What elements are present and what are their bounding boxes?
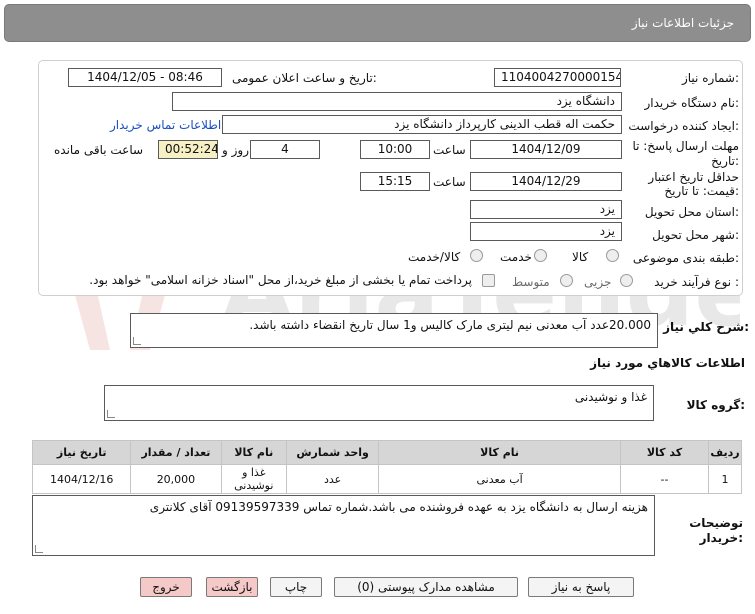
- category-radio-goods[interactable]: [606, 249, 619, 262]
- goods-group-textarea[interactable]: غذا و نوشیدنی: [104, 385, 654, 421]
- page-title: جزئیات اطلاعات نیاز: [631, 16, 734, 30]
- col-code-header: کد کالا: [619, 440, 710, 465]
- cell-qty: 20,000: [130, 464, 222, 494]
- treasury-payment-checkbox[interactable]: [482, 274, 495, 287]
- contact-info-link[interactable]: اطلاعات تماس خریدار: [110, 118, 221, 132]
- table-header-row: ردیف کد کالا نام کالا واحد شمارش نام کال…: [31, 440, 742, 465]
- treasury-payment-text: پرداخت تمام یا بخشی از مبلغ خرید،از محل …: [89, 273, 472, 287]
- back-button[interactable]: بازگشت: [206, 577, 258, 597]
- category-radio-goods-service[interactable]: [470, 249, 483, 262]
- resize-handle-icon[interactable]: [133, 337, 141, 345]
- goods-section-title: اطلاعات کالاهاي مورد نياز: [590, 356, 745, 370]
- exit-button[interactable]: خروج: [140, 577, 192, 597]
- validity-label-2: قیمت: تا تاریخ:: [664, 184, 739, 198]
- col-group-header: نام کالا: [220, 440, 288, 465]
- deadline-time-label: ساعت: [433, 143, 466, 157]
- cell-date: 1404/12/16: [31, 464, 132, 494]
- resize-handle-icon[interactable]: [107, 410, 115, 418]
- view-attachments-button[interactable]: مشاهده مدارک پیوستی (0): [334, 577, 518, 597]
- province-label: استان محل تحویل:: [644, 205, 739, 219]
- goods-group-value: غذا و نوشیدنی: [574, 390, 647, 404]
- cell-group: غذا و نوشیدنی: [220, 464, 288, 494]
- col-date-header: تاریخ نیاز: [31, 440, 132, 465]
- summary-text: 20.000عدد آب معدنی نیم لیتری مارک کالیس …: [249, 318, 651, 332]
- announce-field: 1404/12/05 - 08:46: [68, 68, 222, 87]
- notes-text: هزینه ارسال به دانشگاه یزد به عهده فروشن…: [149, 500, 648, 514]
- category-label: طبقه بندی موضوعی:: [632, 251, 739, 265]
- category-option-goods-service: کالا/خدمت: [408, 250, 461, 264]
- buyer-field: دانشگاه یزد: [172, 92, 622, 111]
- cell-row: 1: [708, 464, 742, 494]
- notes-textarea[interactable]: هزینه ارسال به دانشگاه یزد به عهده فروشن…: [32, 495, 655, 556]
- col-name-header: نام کالا: [378, 440, 621, 465]
- category-radio-service[interactable]: [534, 249, 547, 262]
- validity-label-1: حداقل تاریخ اعتبار: [648, 170, 739, 184]
- cell-code: --: [619, 464, 710, 494]
- validity-date-field: 1404/12/29: [470, 172, 622, 191]
- province-field: یزد: [470, 200, 622, 219]
- col-qty-header: تعداد / مقدار: [130, 440, 222, 465]
- city-field: یزد: [470, 222, 622, 241]
- need-number-label: شماره نیاز:: [681, 71, 739, 85]
- deadline-label-2: تاریخ:: [711, 154, 739, 168]
- summary-textarea[interactable]: 20.000عدد آب معدنی نیم لیتری مارک کالیس …: [130, 313, 658, 348]
- deadline-time-field: 10:00: [360, 140, 430, 159]
- announce-label: تاریخ و ساعت اعلان عمومی:: [232, 71, 377, 85]
- process-label: نوع فرآیند خرید :: [654, 275, 739, 289]
- deadline-date-field: 1404/12/09: [470, 140, 622, 159]
- cell-name: آب معدنی: [378, 464, 621, 494]
- items-table: ردیف کد کالا نام کالا واحد شمارش نام کال…: [31, 440, 742, 494]
- validity-time-label: ساعت: [433, 175, 466, 189]
- resize-handle-icon[interactable]: [35, 545, 43, 553]
- days-label: روز و: [222, 143, 249, 157]
- city-label: شهر محل تحویل:: [652, 228, 739, 242]
- remaining-time-field: 00:52:24: [158, 140, 218, 159]
- creator-field: حکمت اله قطب الدینی کارپرداز دانشگاه یزد: [222, 115, 622, 134]
- table-row: 1 -- آب معدنی عدد غذا و نوشیدنی 20,000 1…: [31, 464, 742, 494]
- notes-label-1: توضیحات: [689, 516, 743, 530]
- creator-label: ایجاد کننده درخواست:: [628, 119, 739, 133]
- cell-unit: عدد: [286, 464, 380, 494]
- category-option-goods: کالا: [572, 250, 589, 264]
- validity-time-field: 15:15: [360, 172, 430, 191]
- remaining-label: ساعت باقی مانده: [54, 143, 144, 157]
- days-field: 4: [250, 140, 320, 159]
- summary-label: شرح کلي نياز:: [663, 320, 749, 334]
- process-radio-medium[interactable]: [560, 274, 573, 287]
- buyer-label: نام دستگاه خریدار:: [644, 96, 740, 110]
- process-option-minor: جزیی: [584, 275, 612, 289]
- notes-label-2: خریدار:: [699, 531, 743, 545]
- col-row-header: ردیف: [708, 440, 742, 465]
- title-bar: جزئیات اطلاعات نیاز: [4, 4, 751, 42]
- goods-group-label: گروه کالا:: [686, 398, 745, 412]
- reply-button[interactable]: پاسخ به نیاز: [528, 577, 634, 597]
- print-button[interactable]: چاپ: [270, 577, 322, 597]
- need-number-field: 1104004270000154: [494, 68, 621, 87]
- deadline-label-1: مهلت ارسال پاسخ: تا: [632, 139, 739, 153]
- process-radio-minor[interactable]: [620, 274, 633, 287]
- process-option-medium: متوسط: [512, 275, 550, 289]
- category-option-service: خدمت: [500, 250, 532, 264]
- col-unit-header: واحد شمارش: [286, 440, 380, 465]
